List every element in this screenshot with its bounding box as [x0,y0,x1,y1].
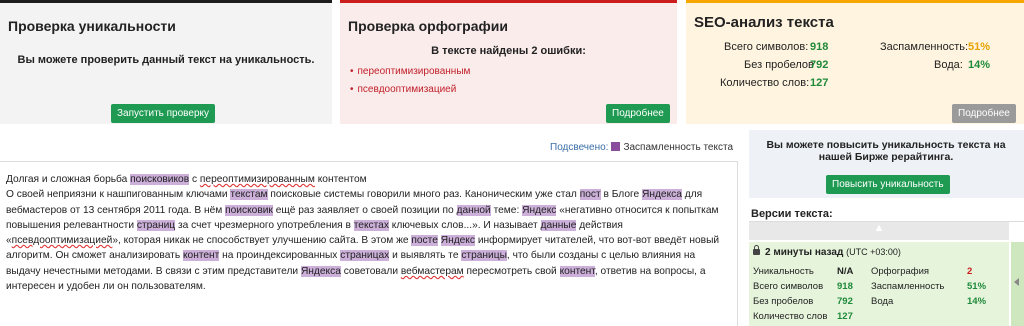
water-value: 14% [968,59,991,71]
spam-highlighted-word: текстах [353,219,389,231]
spam-value: 51% [968,41,991,53]
water-label: Вода: [934,59,963,71]
version-uniq-value: N/A [837,266,854,277]
spam-highlighted-word: контент [559,265,595,277]
spelling-panel: Проверка орфографии В тексте найдены 2 о… [340,0,677,124]
chevron-up-icon: ▲ [873,222,885,234]
spam-highlighted-word: поисковиков [130,174,190,185]
version-nospace-label: Без пробелов [753,296,814,307]
text-segment: с [189,174,200,185]
spam-label: Заспамленность: [880,41,969,53]
increase-uniqueness-button[interactable]: Повысить уникальность [826,175,950,194]
total-chars-value: 918 [810,41,829,53]
spelling-error-item[interactable]: переоптимизированным [350,66,471,77]
run-check-button[interactable]: Запустить проверку [111,104,215,123]
legend-swatch [611,142,621,151]
version-item[interactable]: 2 минуты назад (UTC +03:00) Уникальность… [749,242,1009,326]
version-water-label: Вода [871,296,894,307]
spam-highlighted-word: текстам [230,189,268,201]
spam-highlighted-word: данные [540,219,577,231]
text-segment: и выявлять те [389,250,462,262]
spam-highlighted-word: Яндекса [642,189,682,201]
spam-highlighted-word: посте [411,235,438,247]
spelling-title: Проверка орфографии [348,18,508,34]
lock-icon [753,245,760,255]
highlight-prefix: Подсвечено: [550,142,609,153]
text-segment: советовали [340,265,401,277]
text-segment: Долгая и сложная борьба [6,174,131,185]
text-segment: за счет чрезмерного употребления в [175,219,354,231]
spam-highlighted-word: Яндекса [300,265,341,277]
spam-highlighted-word: страницы [461,250,507,262]
version-water-value: 14% [967,296,987,307]
version-total-value: 918 [837,281,853,292]
text-segment: контентом [314,174,367,185]
spam-highlighted-word: поисковик [225,204,273,216]
version-timezone: (UTC +03:00) [846,247,901,257]
text-segment: теме: [490,204,523,216]
arrow-left-icon [1014,278,1019,286]
total-chars-label: Всего символов: [724,41,809,53]
text-segment: на проиндексированных [219,250,341,262]
text-segment: », которая никак не способствует улучшен… [112,235,412,247]
versions-scroll-up[interactable]: ▲ [749,222,1009,240]
text-segment: поисковые системы говорили много раз. Ка… [267,189,580,201]
words-count-label: Количество слов: [720,77,810,89]
spam-highlighted-word: страницах [340,250,390,262]
spelling-error-word: псевдооптимизацией [11,235,113,247]
spelling-subtitle: В тексте найдены 2 ошибки: [431,45,586,57]
no-spaces-value: 792 [810,59,829,71]
text-segment: ключевых слов...». И называет [388,219,541,231]
text-segment: в Блоге [600,189,642,201]
highlight-legend-label: Заспамленность текста [623,142,734,153]
versions-list: ▲ 2 минуты назад (UTC +03:00) Уникальнос… [749,221,1024,326]
rewrite-promo-box: Вы можете повысить уникальность текста н… [749,130,1024,198]
spelling-error-item[interactable]: псевдооптимизацией [350,84,457,95]
version-words-label: Количество слов [753,311,828,322]
version-restore-handle[interactable] [1011,242,1024,326]
uniqueness-title: Проверка уникальности [8,18,176,34]
spam-highlighted-word: контент [182,250,220,262]
words-count-value: 127 [810,77,829,89]
spam-highlighted-word: Яндекс [440,235,475,247]
spam-highlighted-word: пост [579,189,601,201]
version-spam-value: 51% [967,281,987,292]
spam-highlighted-word: данной [456,204,491,216]
version-total-label: Всего символов [753,281,824,292]
no-spaces-label: Без пробелов [744,59,814,71]
text-segment: ещё раз заявляет о своей позиции по [272,204,457,216]
highlight-legend: Подсвечено: Заспамленность текста [550,142,733,153]
uniqueness-panel: Проверка уникальности Вы можете проверит… [0,0,332,124]
version-spam-label: Заспамленность [871,281,945,292]
version-nospace-value: 792 [837,296,853,307]
spam-highlighted-word: Яндекс [522,204,557,216]
text-segment: пересмотреть свой [463,265,560,277]
rewrite-promo-text: Вы можете повысить уникальность текста н… [766,139,1006,163]
seo-details-button[interactable]: Подробнее [952,104,1016,123]
spam-highlighted-word: страниц [136,219,176,231]
version-time: 2 минуты назад (UTC +03:00) [753,245,901,258]
version-words-value: 127 [837,311,853,322]
text-analysis-page: Проверка уникальности Вы можете проверит… [0,0,1024,326]
version-time-text: 2 минуты назад [765,247,844,258]
seo-panel: SEO-анализ текста Всего символов: 918 Бе… [686,0,1024,124]
editor-content[interactable]: Долгая и сложная борьба поисковиков с пе… [6,172,726,294]
spelling-details-button[interactable]: Подробнее [606,104,670,123]
uniqueness-text: Вы можете проверить данный текст на уник… [17,54,315,66]
versions-title: Версии текста: [751,208,833,220]
spelling-error-word: переоптимизированным [199,174,315,185]
text-editor[interactable]: Долгая и сложная борьба поисковиков с пе… [0,161,738,326]
version-uniq-label: Уникальность [753,266,814,277]
version-spell-label: Орфография [871,266,930,277]
version-spell-value: 2 [967,266,973,277]
text-segment: О своей неприязни к нашпигованным ключам… [6,189,231,201]
seo-title: SEO-анализ текста [694,14,834,31]
spelling-error-word: вебмастерам [400,265,464,277]
